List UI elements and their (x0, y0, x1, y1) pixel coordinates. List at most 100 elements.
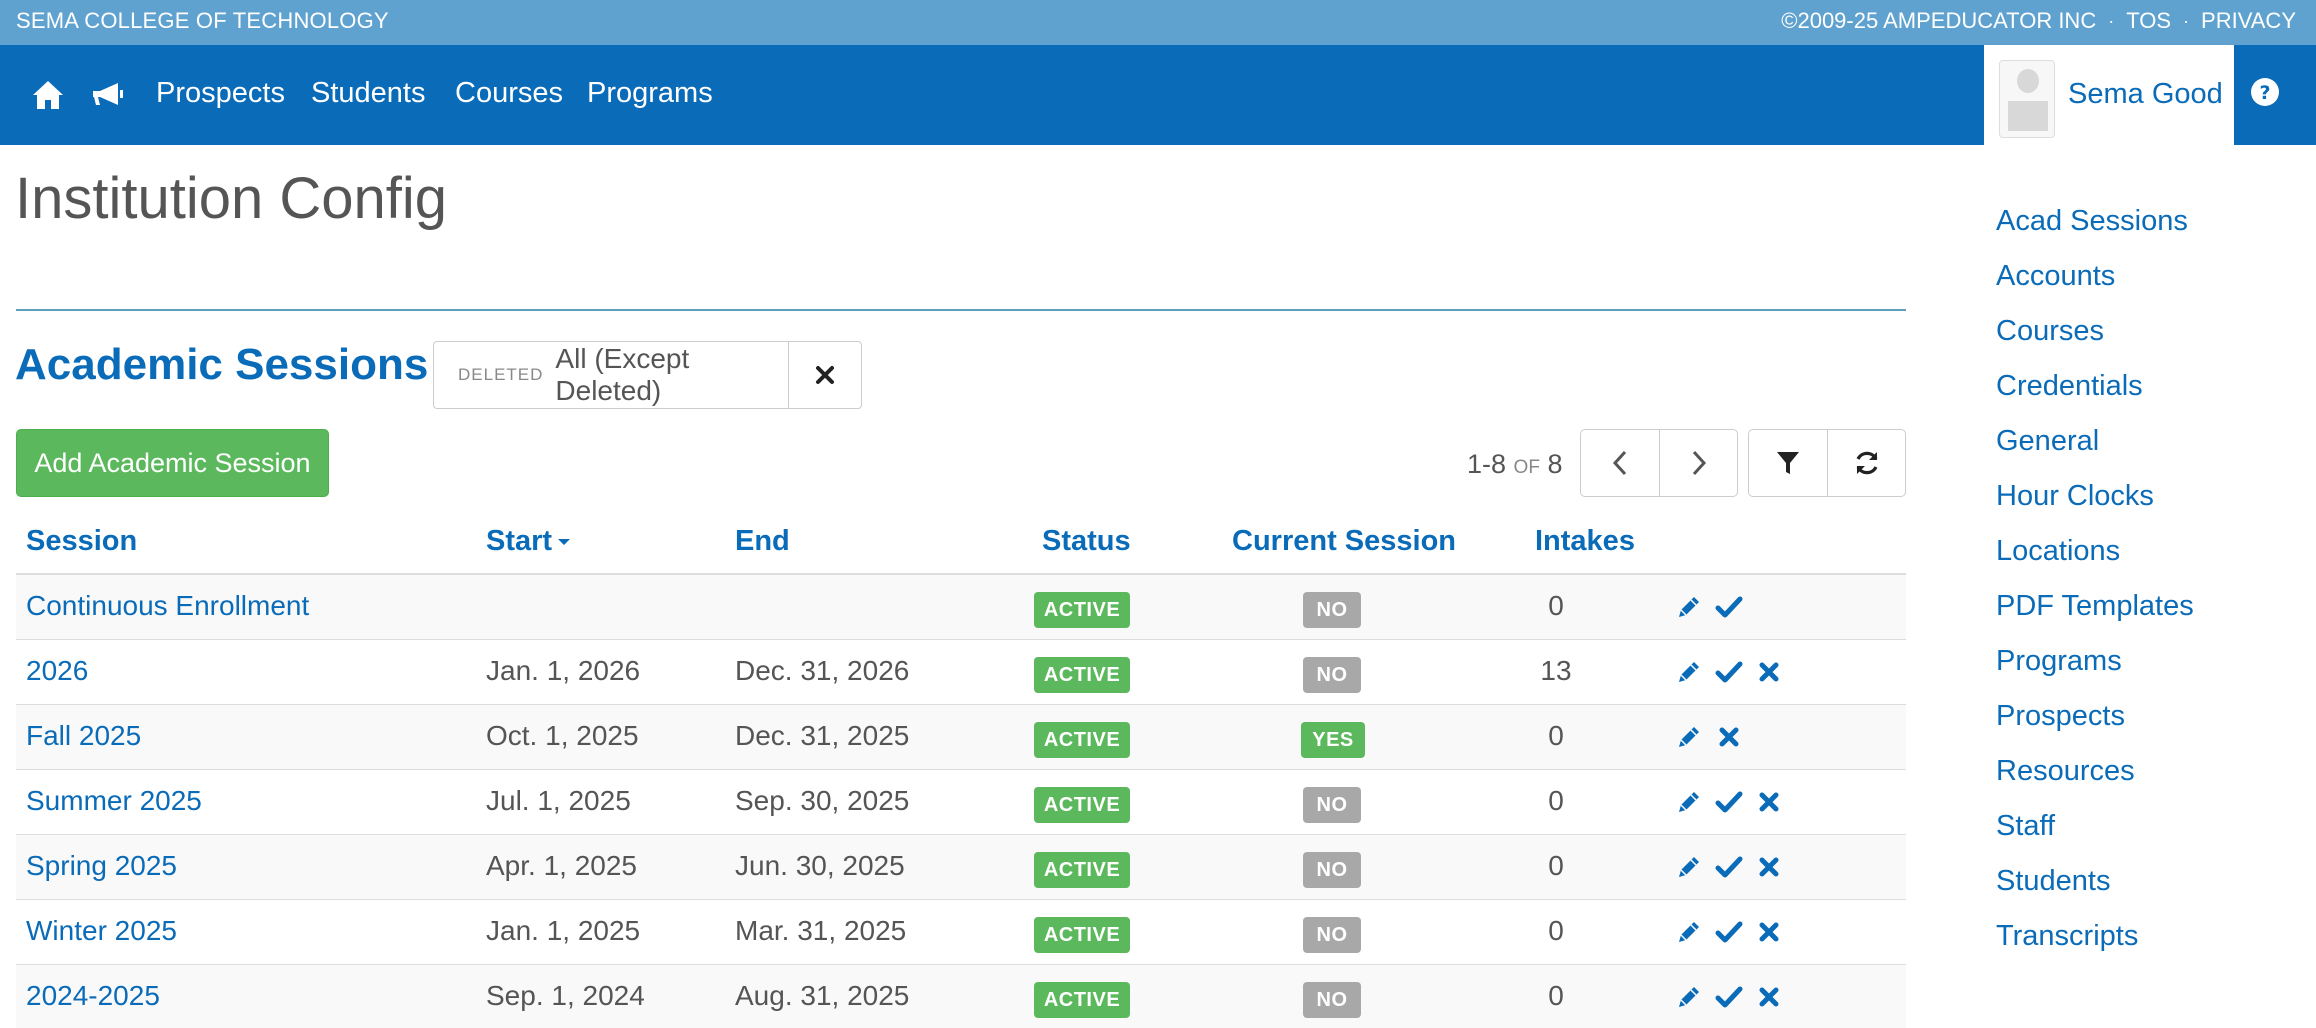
filter-button[interactable] (1749, 430, 1827, 496)
section-title: Academic Sessions (15, 340, 429, 389)
end-date: Dec. 31, 2025 (735, 720, 910, 751)
deleted-filter-select[interactable]: DELETED All (Except Deleted) (434, 342, 790, 408)
current-session-badge: NO (1303, 787, 1361, 823)
separator: · (2108, 10, 2115, 31)
current-session-badge: NO (1303, 592, 1361, 628)
close-icon (816, 366, 835, 384)
close-icon[interactable] (1754, 982, 1784, 1012)
sidebar-item-accounts[interactable]: Accounts (1996, 255, 2194, 310)
check-icon[interactable] (1714, 592, 1744, 622)
col-intakes[interactable]: Intakes (1535, 525, 1635, 558)
sidebar-item-locations[interactable]: Locations (1996, 530, 2194, 585)
sidebar-item-programs[interactable]: Programs (1996, 640, 2194, 695)
session-link[interactable]: 2024-2025 (26, 980, 160, 1012)
col-status[interactable]: Status (1042, 525, 1131, 558)
close-icon[interactable] (1754, 787, 1784, 817)
current-session-badge: NO (1303, 852, 1361, 888)
pager-buttons (1580, 429, 1738, 497)
row-actions (1674, 917, 1784, 947)
start-date: Apr. 1, 2025 (486, 850, 638, 881)
refresh-icon (1856, 451, 1877, 475)
deleted-filter[interactable]: DELETED All (Except Deleted) (433, 341, 862, 409)
refresh-button[interactable] (1827, 430, 1905, 496)
check-icon[interactable] (1714, 982, 1744, 1012)
col-current-session[interactable]: Current Session (1232, 525, 1456, 558)
filter-label: DELETED (458, 365, 544, 384)
pencil-icon[interactable] (1674, 592, 1704, 622)
main-navbar: Prospects Students Courses Programs Sema… (0, 45, 2316, 145)
check-icon[interactable] (1714, 917, 1744, 947)
pencil-icon[interactable] (1674, 917, 1704, 947)
close-icon[interactable] (1754, 852, 1784, 882)
table-tools (1748, 429, 1906, 497)
current-session-badge: NO (1303, 982, 1361, 1018)
config-sidebar: Acad Sessions Accounts Courses Credentials G… (1996, 200, 2194, 970)
chevron-right-icon (1692, 450, 1706, 476)
sidebar-item-pdf-templates[interactable]: PDF Templates (1996, 585, 2194, 640)
institution-name: SEMA COLLEGE OF TECHNOLOGY (16, 8, 389, 33)
bullhorn-icon[interactable] (88, 75, 128, 115)
session-link[interactable]: 2026 (26, 655, 88, 687)
start-date: Jan. 1, 2025 (486, 915, 641, 946)
nav-students[interactable]: Students (311, 77, 425, 110)
pencil-icon[interactable] (1674, 722, 1704, 752)
legal-links: ©2009-25 AMPEDUCATOR INC · TOS · PRIVACY (1781, 8, 2296, 34)
intakes-count: 0 (1548, 915, 1564, 946)
status-badge: ACTIVE (1034, 917, 1130, 953)
clear-filter-button[interactable] (789, 342, 861, 408)
pencil-icon[interactable] (1674, 787, 1704, 817)
session-link[interactable]: Fall 2025 (26, 720, 141, 752)
close-icon[interactable] (1714, 722, 1744, 752)
intakes-count: 13 (1540, 655, 1572, 686)
user-menu[interactable]: Sema Good (1984, 45, 2234, 145)
prev-page-button[interactable] (1581, 430, 1659, 496)
pencil-icon[interactable] (1674, 982, 1704, 1012)
home-icon[interactable] (28, 75, 68, 115)
close-icon[interactable] (1754, 657, 1784, 687)
col-end[interactable]: End (735, 525, 790, 558)
sort-desc-icon (558, 539, 571, 546)
close-icon[interactable] (1754, 917, 1784, 947)
tos-link[interactable]: TOS (2126, 8, 2171, 34)
col-session[interactable]: Session (26, 525, 137, 558)
session-link[interactable]: Spring 2025 (26, 850, 177, 882)
sidebar-item-resources[interactable]: Resources (1996, 750, 2194, 805)
session-link[interactable]: Winter 2025 (26, 915, 177, 947)
pencil-icon[interactable] (1674, 852, 1704, 882)
session-link[interactable]: Continuous Enrollment (26, 590, 309, 622)
svg-text:?: ? (2259, 82, 2270, 104)
sidebar-item-students[interactable]: Students (1996, 860, 2194, 915)
check-icon[interactable] (1714, 657, 1744, 687)
end-date: Sep. 30, 2025 (735, 785, 910, 816)
sidebar-item-prospects[interactable]: Prospects (1996, 695, 2194, 750)
pencil-icon[interactable] (1674, 657, 1704, 687)
nav-programs[interactable]: Programs (587, 77, 713, 110)
next-page-button[interactable] (1659, 430, 1737, 496)
intakes-count: 0 (1548, 980, 1564, 1011)
nav-courses[interactable]: Courses (455, 77, 563, 110)
sidebar-item-courses[interactable]: Courses (1996, 310, 2194, 365)
sidebar-item-hour-clocks[interactable]: Hour Clocks (1996, 475, 2194, 530)
user-name: Sema Good (2068, 78, 2223, 110)
privacy-link[interactable]: PRIVACY (2201, 8, 2296, 34)
pager-range: 1-8 (1467, 449, 1507, 479)
sidebar-item-acad-sessions[interactable]: Acad Sessions (1996, 200, 2194, 255)
copyright-text: ©2009-25 AMPEDUCATOR INC (1781, 8, 2097, 33)
table-body: Continuous Enrollment ACTIVE NO 0 2026 Jan. 1… (16, 575, 1906, 1028)
question-circle-icon[interactable]: ? (2248, 75, 2284, 111)
check-icon[interactable] (1714, 852, 1744, 882)
separator: · (2183, 10, 2190, 31)
sidebar-item-staff[interactable]: Staff (1996, 805, 2194, 860)
row-actions (1674, 852, 1784, 882)
check-icon[interactable] (1714, 787, 1744, 817)
divider (16, 309, 1906, 311)
row-actions (1674, 787, 1784, 817)
sidebar-item-general[interactable]: General (1996, 420, 2194, 475)
session-link[interactable]: Summer 2025 (26, 785, 202, 817)
add-academic-session-button[interactable]: Add Academic Session (16, 429, 329, 497)
table-row: 2024-2025 Sep. 1, 2024 Aug. 31, 2025 ACTIVE… (16, 965, 1906, 1028)
sidebar-item-credentials[interactable]: Credentials (1996, 365, 2194, 420)
nav-prospects[interactable]: Prospects (156, 77, 285, 110)
col-start[interactable]: Start (486, 525, 572, 558)
sidebar-item-transcripts[interactable]: Transcripts (1996, 915, 2194, 970)
